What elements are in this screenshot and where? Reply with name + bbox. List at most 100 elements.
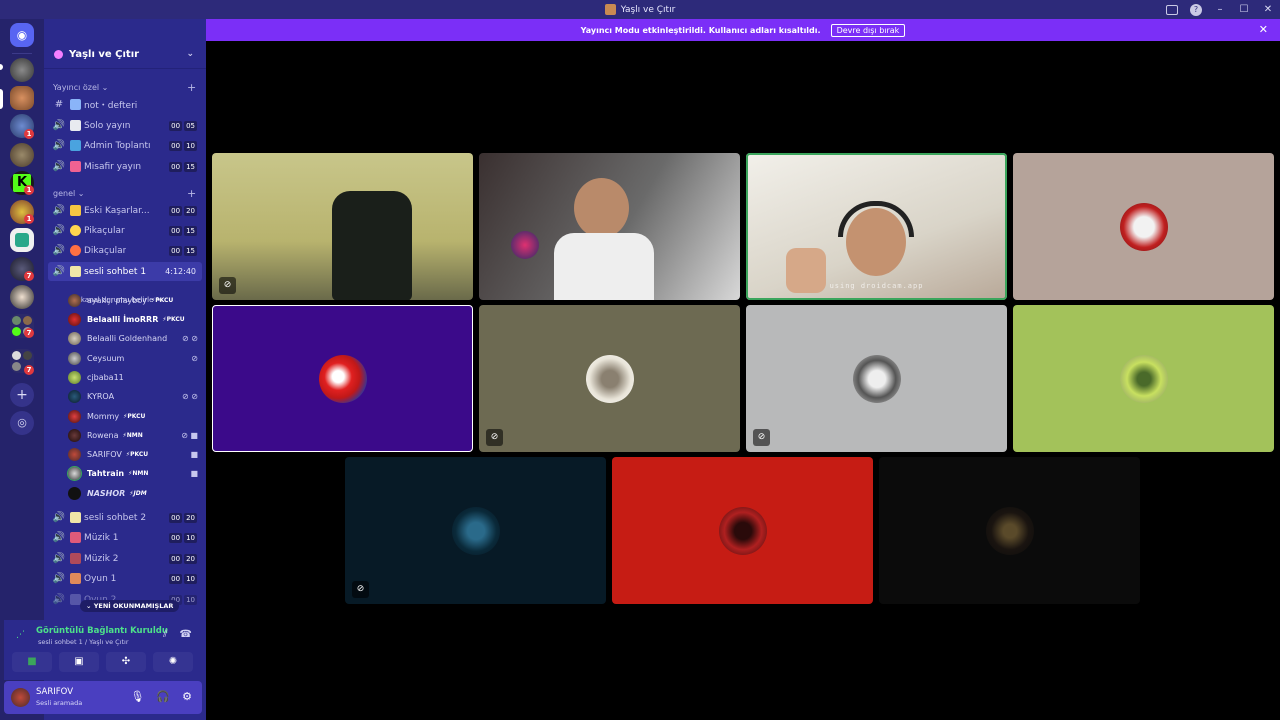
video-tile-streamer-cam[interactable] [479, 153, 740, 300]
maximize-button[interactable]: ☐ [1232, 4, 1256, 15]
gear-icon[interactable]: ⚙ [182, 690, 192, 703]
channel-muzik-2[interactable]: 🔊 Müzik 2 00 20 [48, 549, 202, 568]
server-avatar-yasli-ve-citir[interactable] [10, 86, 34, 110]
voice-status[interactable]: Görüntülü Bağlantı Kuruldu [36, 626, 168, 636]
channel-solo-yayin[interactable]: 🔊 Solo yayın 00 05 [48, 116, 202, 135]
disconnect-icon[interactable]: ☎ [180, 629, 192, 640]
discover-compass-icon[interactable]: ◎ [10, 411, 34, 435]
noise-suppression-icon[interactable]: ⫽ [163, 629, 167, 640]
avatar [318, 354, 367, 403]
discord-home-icon[interactable]: ◉ [10, 23, 34, 47]
disable-streamer-mode-button[interactable]: Devre dışı bırak [830, 23, 906, 37]
channel-emoji [70, 266, 81, 277]
category-yayinci-ozel[interactable]: Yayıncı özel ⌄ + [53, 81, 196, 94]
channel-emoji [70, 512, 81, 523]
server-name: Yaşlı ve Çıtır [69, 49, 140, 60]
voice-user[interactable]: 𝙉𝘼𝙎𝙃𝙊𝙍 ⚡JDM [68, 484, 202, 503]
camera-button[interactable]: ■ [12, 652, 52, 672]
channel-sesli-sohbet-2[interactable]: 🔊 sesli sohbet 2 00 20 [48, 508, 202, 527]
channel-muzik-1[interactable]: 🔊 Müzik 1 00 10 [48, 528, 202, 547]
server-avatar-9[interactable] [10, 285, 34, 309]
voice-user[interactable]: SARIFOV ⚡PKCU ■ [68, 445, 202, 464]
video-tile-avatar-black[interactable] [879, 457, 1140, 604]
channel-emoji [70, 120, 81, 131]
channel-misafir-yayin[interactable]: 🔊 Misafir yayın 00 15 [48, 157, 202, 176]
channel-oyun-1[interactable]: 🔊 Oyun 1 00 10 [48, 569, 202, 588]
avatar [68, 429, 81, 442]
video-tile-avatar-purple[interactable] [212, 305, 473, 452]
video-tile-avatar[interactable] [1013, 153, 1274, 300]
video-tile-chair-cam[interactable]: ⊘ [212, 153, 473, 300]
channel-dikacular[interactable]: 🔊 Dikaçular 00 15 [48, 241, 202, 260]
server-avatar-1[interactable] [10, 58, 34, 82]
video-tile-avatar-dark-blue[interactable]: ⊘ [345, 457, 606, 604]
avatar [718, 506, 767, 555]
person-shirt [554, 233, 654, 300]
voice-user[interactable]: Rowena ⚡NMN ⊘ ■ [68, 426, 202, 445]
video-tile-avatar-olive[interactable]: ⊘ [479, 305, 740, 452]
muted-deafened-icons: ⊘ ⊘ [182, 392, 198, 401]
camera-icon: ■ [190, 450, 198, 459]
speaker-icon: 🔊 [52, 245, 66, 256]
headphones-icon[interactable]: 🎧 [156, 690, 170, 703]
voice-user[interactable]: Mommy ⚡PKCU [68, 407, 202, 426]
avatar [68, 487, 81, 500]
close-window-button[interactable]: ✕ [1256, 4, 1280, 15]
waving-hand [786, 248, 826, 293]
add-channel-icon[interactable]: + [187, 81, 196, 94]
voice-user[interactable]: cjbaba11 [68, 368, 202, 387]
server-avatar-4[interactable] [10, 143, 34, 167]
video-tile-avatar-green[interactable] [1013, 305, 1274, 452]
mention-badge: 1 [24, 185, 34, 195]
voice-user[interactable]: Tahtrain ⚡NMN ■ [67, 464, 202, 483]
add-channel-icon[interactable]: + [187, 187, 196, 200]
speaker-icon: 🔊 [52, 205, 66, 216]
activities-button[interactable]: ✣ [106, 652, 146, 672]
soundboard-button[interactable]: ✺ [153, 652, 193, 672]
voice-user[interactable]: Belaalli İmoRRR ⚡PKCU [68, 310, 202, 329]
orange-heart-emoji [70, 245, 81, 256]
screen-share-button[interactable]: ▣ [59, 652, 99, 672]
server-avatar-7[interactable] [10, 228, 34, 252]
yellow-heart-emoji [70, 225, 81, 236]
streamer-mode-notice: Yayıncı Modu etkinleştirildi. Kullanıcı … [206, 19, 1280, 41]
channel-emoji [70, 573, 81, 584]
voice-user[interactable]: KYROA ⊘ ⊘ [68, 387, 202, 406]
microphone-icon[interactable]: 🎙 [130, 690, 144, 703]
avatar [68, 448, 81, 461]
video-tile-avatar-red[interactable] [612, 457, 873, 604]
avatar[interactable] [11, 688, 30, 707]
voice-channel-link[interactable]: sesli sohbet 1 / Yaşlı ve Çıtır [38, 638, 129, 646]
new-unread-jump-button[interactable]: ⌄ YENİ OKUNMAMIŞLAR [80, 600, 180, 612]
add-server-icon[interactable]: + [10, 383, 34, 407]
avatar [68, 390, 81, 403]
minimize-button[interactable]: – [1208, 4, 1232, 15]
headset [838, 201, 914, 237]
voice-user[interactable]: Ceysuum ⊘ [68, 349, 202, 368]
muted-deafened-icons: ⊘ ⊘ [182, 334, 198, 343]
category-genel[interactable]: genel ⌄ + [53, 187, 196, 200]
speaker-icon: 🔊 [52, 120, 66, 131]
channel-not-defteri[interactable]: # not・defteri [48, 95, 202, 114]
mention-badge: 1 [24, 129, 34, 139]
divider [12, 53, 32, 54]
close-icon[interactable]: ✕ [1259, 23, 1268, 36]
inbox-icon[interactable] [1166, 4, 1178, 15]
channel-eski-kasarlar[interactable]: 🔊 Eski Kaşarlar... 00 20 [48, 201, 202, 220]
voice-connection-panel: ⋰ Görüntülü Bağlantı Kuruldu sesli sohbe… [4, 620, 202, 680]
signal-icon[interactable]: ⋰ [16, 630, 25, 640]
video-tile-droidcam-speaking[interactable]: using droidcam.app [746, 153, 1007, 300]
voice-user[interactable]: ayakçı playboy ⚡PKCU [68, 291, 202, 310]
help-icon[interactable]: ? [1190, 3, 1202, 16]
window-controls: ? – ☐ ✕ [1160, 0, 1280, 19]
channel-pikacular[interactable]: 🔊 Pikaçular 00 15 [48, 221, 202, 240]
video-tile-avatar-grey[interactable]: ⊘ [746, 305, 1007, 452]
channel-sesli-sohbet-1[interactable]: 🔊 sesli sohbet 1 4:12:40 [48, 262, 202, 281]
channel-admin-toplanti[interactable]: 🔊 Admin Toplantı 00 10 [48, 136, 202, 155]
server-header[interactable]: Yaşlı ve Çıtır ⌄ [44, 41, 206, 69]
window-titlebar: Yaşlı ve Çıtır ? – ☐ ✕ [0, 0, 1280, 19]
username[interactable]: SARIFOV [36, 687, 73, 697]
voice-user[interactable]: Belaalli Goldenhand ⊘ ⊘ [68, 329, 202, 348]
notepad-emoji [70, 99, 81, 110]
avatar [852, 354, 901, 403]
